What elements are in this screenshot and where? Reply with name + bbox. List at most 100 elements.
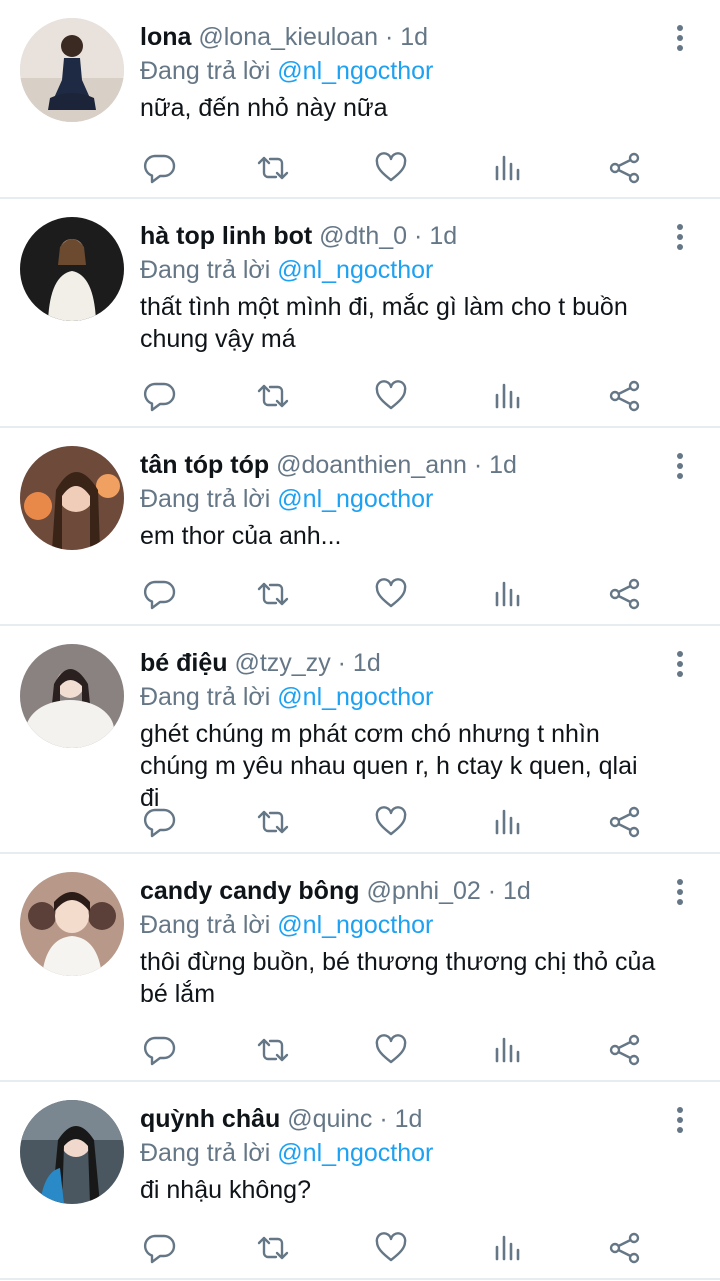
timestamp[interactable]: 1d <box>400 23 428 51</box>
retweet-button[interactable] <box>253 802 293 842</box>
username[interactable]: @doanthien_ann <box>276 451 467 479</box>
share-icon <box>609 578 640 610</box>
more-options-button[interactable] <box>674 878 686 906</box>
reply-button[interactable] <box>140 376 180 416</box>
analytics-button[interactable] <box>488 376 528 416</box>
reply-icon <box>143 382 176 412</box>
retweet-icon <box>257 1236 289 1260</box>
reply-button[interactable] <box>140 1228 180 1268</box>
retweet-button[interactable] <box>253 148 293 188</box>
tweet[interactable]: bé điệu @tzy_zy · 1d Đang trả lời @nl_ng… <box>0 626 720 854</box>
like-button[interactable] <box>371 1228 411 1268</box>
username[interactable]: @tzy_zy <box>234 649 330 677</box>
avatar[interactable] <box>20 872 124 976</box>
like-button[interactable] <box>371 148 411 188</box>
username[interactable]: @lona_kieuloan <box>198 23 378 51</box>
mention-link[interactable]: @nl_ngocthor <box>277 485 433 513</box>
display-name[interactable]: bé điệu <box>140 649 228 677</box>
retweet-button[interactable] <box>253 1228 293 1268</box>
more-options-button[interactable] <box>674 223 686 251</box>
retweet-icon <box>257 384 289 408</box>
reply-button[interactable] <box>140 574 180 614</box>
share-button[interactable] <box>605 376 645 416</box>
analytics-button[interactable] <box>488 574 528 614</box>
share-button[interactable] <box>605 574 645 614</box>
separator: · <box>378 23 401 51</box>
display-name[interactable]: hà top linh bot <box>140 222 312 250</box>
analytics-icon <box>495 1037 520 1063</box>
display-name[interactable]: tân tóp tóp <box>140 451 269 479</box>
avatar[interactable] <box>20 217 124 321</box>
like-button[interactable] <box>371 574 411 614</box>
share-button[interactable] <box>605 148 645 188</box>
replying-to-label: Đang trả lời <box>140 911 271 939</box>
tweet-header: tân tóp tóp @doanthien_ann · 1d <box>140 448 660 482</box>
display-name[interactable]: candy candy bông <box>140 877 359 905</box>
retweet-button[interactable] <box>253 376 293 416</box>
display-name[interactable]: quỳnh châu <box>140 1105 280 1133</box>
tweet-actions <box>140 376 660 416</box>
reply-button[interactable] <box>140 148 180 188</box>
tweet-text: ghét chúng m phát cơm chó nhưng t nhìn c… <box>140 720 638 812</box>
analytics-icon <box>495 383 520 409</box>
timestamp[interactable]: 1d <box>429 222 457 250</box>
tweet-text: em thor của anh... <box>140 522 342 550</box>
replying-to-label: Đang trả lời <box>140 683 271 711</box>
username[interactable]: @pnhi_02 <box>366 877 480 905</box>
like-button[interactable] <box>371 376 411 416</box>
more-options-button[interactable] <box>674 24 686 52</box>
retweet-button[interactable] <box>253 1030 293 1070</box>
reply-button[interactable] <box>140 1030 180 1070</box>
analytics-icon <box>495 809 520 835</box>
share-icon <box>609 1232 640 1264</box>
more-options-button[interactable] <box>674 1106 686 1134</box>
replying-to: Đang trả lời @nl_ngocthor <box>140 253 660 287</box>
tweet-header: lona @lona_kieuloan · 1d <box>140 20 660 54</box>
share-button[interactable] <box>605 1228 645 1268</box>
like-icon <box>375 152 407 182</box>
avatar[interactable] <box>20 644 124 748</box>
reply-icon <box>143 1234 176 1264</box>
tweet[interactable]: hà top linh bot @dth_0 · 1d Đang trả lời… <box>0 199 720 428</box>
reply-button[interactable] <box>140 802 180 842</box>
retweet-button[interactable] <box>253 574 293 614</box>
mention-link[interactable]: @nl_ngocthor <box>277 911 433 939</box>
display-name[interactable]: lona <box>140 23 191 51</box>
tweet[interactable]: tân tóp tóp @doanthien_ann · 1d Đang trả… <box>0 428 720 626</box>
tweet-actions <box>140 1030 660 1070</box>
share-button[interactable] <box>605 1030 645 1070</box>
analytics-button[interactable] <box>488 1228 528 1268</box>
analytics-button[interactable] <box>488 802 528 842</box>
analytics-icon <box>495 1235 520 1261</box>
tweet[interactable]: candy candy bông @pnhi_02 · 1d Đang trả … <box>0 854 720 1082</box>
avatar[interactable] <box>20 18 124 122</box>
tweet[interactable]: lona @lona_kieuloan · 1d Đang trả lời @n… <box>0 0 720 199</box>
tweet-content: hà top linh bot @dth_0 · 1d Đang trả lời… <box>140 219 660 355</box>
retweet-icon <box>257 582 289 606</box>
timestamp[interactable]: 1d <box>503 877 531 905</box>
timestamp[interactable]: 1d <box>395 1105 423 1133</box>
avatar[interactable] <box>20 1100 124 1204</box>
analytics-button[interactable] <box>488 148 528 188</box>
mention-link[interactable]: @nl_ngocthor <box>277 256 433 284</box>
like-button[interactable] <box>371 1030 411 1070</box>
timestamp[interactable]: 1d <box>489 451 517 479</box>
tweet[interactable]: quỳnh châu @quinc · 1d Đang trả lời @nl_… <box>0 1082 720 1280</box>
username[interactable]: @quinc <box>287 1105 372 1133</box>
timestamp[interactable]: 1d <box>353 649 381 677</box>
mention-link[interactable]: @nl_ngocthor <box>277 1139 433 1167</box>
share-icon <box>609 380 640 412</box>
share-button[interactable] <box>605 802 645 842</box>
analytics-button[interactable] <box>488 1030 528 1070</box>
tweet-content: quỳnh châu @quinc · 1d Đang trả lời @nl_… <box>140 1102 660 1206</box>
more-options-button[interactable] <box>674 650 686 678</box>
more-icon <box>677 453 683 479</box>
avatar[interactable] <box>20 446 124 550</box>
tweet-header: bé điệu @tzy_zy · 1d <box>140 646 660 680</box>
mention-link[interactable]: @nl_ngocthor <box>277 57 433 85</box>
username[interactable]: @dth_0 <box>319 222 407 250</box>
like-button[interactable] <box>371 802 411 842</box>
more-options-button[interactable] <box>674 452 686 480</box>
separator: · <box>480 877 504 905</box>
mention-link[interactable]: @nl_ngocthor <box>277 683 433 711</box>
